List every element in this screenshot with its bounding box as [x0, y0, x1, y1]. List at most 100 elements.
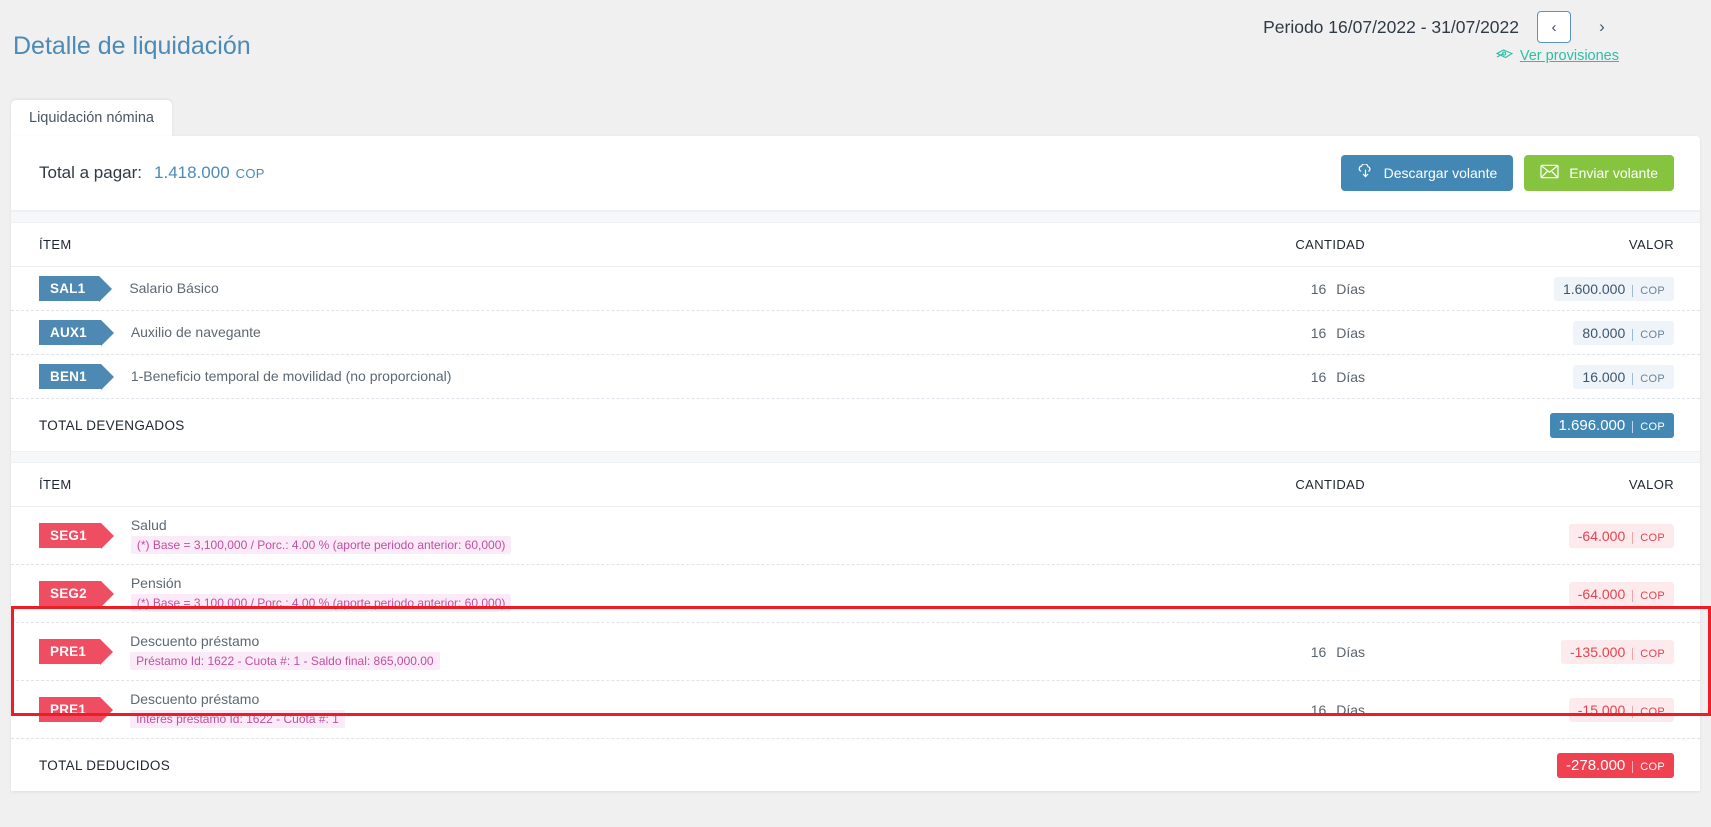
table-row[interactable]: SEG1 Salud (*) Base = 3,100,000 / Porc.:…: [11, 507, 1700, 565]
item-name: Descuento préstamo: [130, 633, 260, 649]
period-label: Periodo 16/07/2022 - 31/07/2022: [1263, 16, 1519, 37]
table-row[interactable]: PRE1 Descuento préstamo Interés préstamo…: [11, 681, 1700, 739]
item-value: -64.000: [1577, 585, 1626, 602]
send-volante-button[interactable]: Enviar volante: [1524, 155, 1674, 191]
deductions-total-currency: COP: [1632, 760, 1665, 773]
tab-liquidacion-nomina[interactable]: Liquidación nómina: [11, 100, 172, 138]
download-volante-label: Descargar volante: [1383, 165, 1498, 181]
item-code-badge: AUX1: [39, 320, 114, 346]
section-divider: [11, 211, 1700, 223]
item-qty-unit: Días: [1336, 701, 1365, 718]
item-currency: COP: [1632, 589, 1665, 602]
item-value-chip: -64.000 COP: [1568, 523, 1674, 548]
total-to-pay-value: 1.418.000: [154, 163, 230, 182]
item-subtext: (*) Base = 3,100,000 / Porc.: 4.00 % (ap…: [130, 536, 512, 554]
item-currency: COP: [1632, 328, 1665, 341]
item-value: -135.000: [1569, 643, 1626, 660]
envelope-icon: [1540, 164, 1559, 182]
deductions-total-chip: -278.000 COP: [1557, 752, 1674, 778]
tab-bar: Liquidación nómina: [11, 100, 172, 138]
deductions-total-value: -278.000: [1566, 756, 1626, 774]
period-navigator: Periodo 16/07/2022 - 31/07/2022 ‹: [1263, 11, 1571, 43]
item-value: 1.600.000: [1562, 280, 1626, 297]
item-code-badge: BEN1: [39, 364, 114, 390]
item-name: Salud: [130, 517, 167, 533]
item-value-chip: -64.000 COP: [1568, 581, 1674, 606]
col-header-item: ÍTEM: [39, 237, 72, 252]
period-prev-button[interactable]: ‹: [1537, 11, 1571, 43]
period-next-button[interactable]: ›: [1585, 11, 1619, 43]
item-value-chip: 80.000 COP: [1573, 320, 1674, 345]
item-value-chip: 1.600.000 COP: [1553, 276, 1674, 301]
deductions-total-row: TOTAL DEDUCIDOS -278.000 COP: [11, 739, 1700, 791]
send-volante-label: Enviar volante: [1569, 165, 1658, 181]
item-qty-unit: Días: [1336, 280, 1365, 297]
col-header-value-2: VALOR: [1628, 477, 1674, 492]
item-code-badge: PRE1: [39, 697, 114, 723]
item-qty: 16: [1310, 701, 1327, 718]
total-to-pay-currency: COP: [235, 165, 265, 181]
item-name: Pensión: [130, 575, 182, 591]
item-subtext: Interés préstamo Id: 1622 - Cuota #: 1: [130, 710, 345, 728]
item-name: Auxilio de navegante: [130, 323, 261, 340]
item-name: Salario Básico: [129, 279, 219, 296]
item-name: Descuento préstamo: [130, 691, 260, 707]
item-value: 16.000: [1582, 368, 1626, 385]
item-currency: COP: [1632, 647, 1665, 660]
deductions-total-label: TOTAL DEDUCIDOS: [39, 757, 171, 773]
table-row[interactable]: PRE1 Descuento préstamo Préstamo Id: 162…: [11, 623, 1700, 681]
money-icon: [1495, 49, 1513, 63]
item-qty-unit: Días: [1336, 368, 1365, 385]
earnings-table: ÍTEM CANTIDAD VALOR SAL1 Salario Básico …: [11, 223, 1700, 451]
col-header-qty-2: CANTIDAD: [1295, 477, 1365, 492]
item-value-chip: -135.000 COP: [1560, 639, 1674, 664]
item-qty: 16: [1310, 280, 1327, 297]
item-code-badge: SEG1: [39, 523, 114, 549]
table-row[interactable]: SEG2 Pensión (*) Base = 3,100,000 / Porc…: [11, 565, 1700, 623]
item-subtext: Préstamo Id: 1622 - Cuota #: 1 - Saldo f…: [130, 652, 440, 670]
col-header-item-2: ÍTEM: [39, 477, 72, 492]
cloud-download-icon: [1357, 163, 1374, 182]
table-row[interactable]: AUX1 Auxilio de navegante 16 Días 80.000…: [11, 311, 1700, 355]
table-row[interactable]: BEN1 1-Beneficio temporal de movilidad (…: [11, 355, 1700, 399]
view-provisions-link[interactable]: Ver provisiones: [1520, 48, 1619, 64]
item-qty: 16: [1310, 368, 1327, 385]
item-value: 80.000: [1582, 324, 1626, 341]
item-currency: COP: [1632, 705, 1665, 718]
item-value-chip: 16.000 COP: [1573, 364, 1674, 389]
earnings-header-row: ÍTEM CANTIDAD VALOR: [11, 223, 1700, 267]
item-value: -64.000: [1577, 527, 1626, 544]
item-qty-unit: Días: [1336, 324, 1365, 341]
section-divider-2: [11, 451, 1700, 463]
detail-card: Total a pagar: 1.418.000 COP Descargar v…: [11, 136, 1700, 791]
item-qty: 16: [1310, 324, 1327, 341]
col-header-value: VALOR: [1628, 237, 1674, 252]
col-header-qty: CANTIDAD: [1295, 237, 1365, 252]
item-code-badge: SAL1: [39, 276, 113, 302]
item-currency: COP: [1632, 284, 1665, 297]
deductions-header-row: ÍTEM CANTIDAD VALOR: [11, 463, 1700, 507]
earnings-total-value: 1.696.000: [1558, 416, 1626, 434]
item-name: 1-Beneficio temporal de movilidad (no pr…: [130, 367, 452, 384]
summary-bar: Total a pagar: 1.418.000 COP Descargar v…: [11, 136, 1700, 211]
page-root: Detalle de liquidación Periodo 16/07/202…: [0, 0, 1711, 827]
earnings-total-label: TOTAL DEVENGADOS: [39, 417, 185, 433]
deductions-table: ÍTEM CANTIDAD VALOR SEG1 Salud (*) Base …: [11, 463, 1700, 791]
item-code-badge: PRE1: [39, 639, 114, 665]
provisions-row: Ver provisiones: [1495, 48, 1619, 64]
item-currency: COP: [1632, 372, 1665, 385]
item-code-badge: SEG2: [39, 581, 114, 607]
item-currency: COP: [1632, 531, 1665, 544]
download-volante-button[interactable]: Descargar volante: [1340, 155, 1514, 191]
earnings-total-chip: 1.696.000 COP: [1549, 412, 1674, 438]
item-value-chip: -15.000 COP: [1568, 697, 1674, 722]
item-value: -15.000: [1577, 701, 1626, 718]
page-title: Detalle de liquidación: [13, 32, 251, 60]
total-to-pay-label: Total a pagar:: [39, 163, 143, 182]
top-bar: Detalle de liquidación Periodo 16/07/202…: [0, 0, 1711, 88]
item-qty-unit: Días: [1336, 643, 1365, 660]
item-qty: 16: [1310, 643, 1327, 660]
table-row[interactable]: SAL1 Salario Básico 16 Días 1.600.000 CO…: [11, 267, 1700, 311]
earnings-total-row: TOTAL DEVENGADOS 1.696.000 COP: [11, 399, 1700, 451]
item-subtext: (*) Base = 3,100,000 / Porc.: 4.00 % (ap…: [130, 594, 512, 612]
